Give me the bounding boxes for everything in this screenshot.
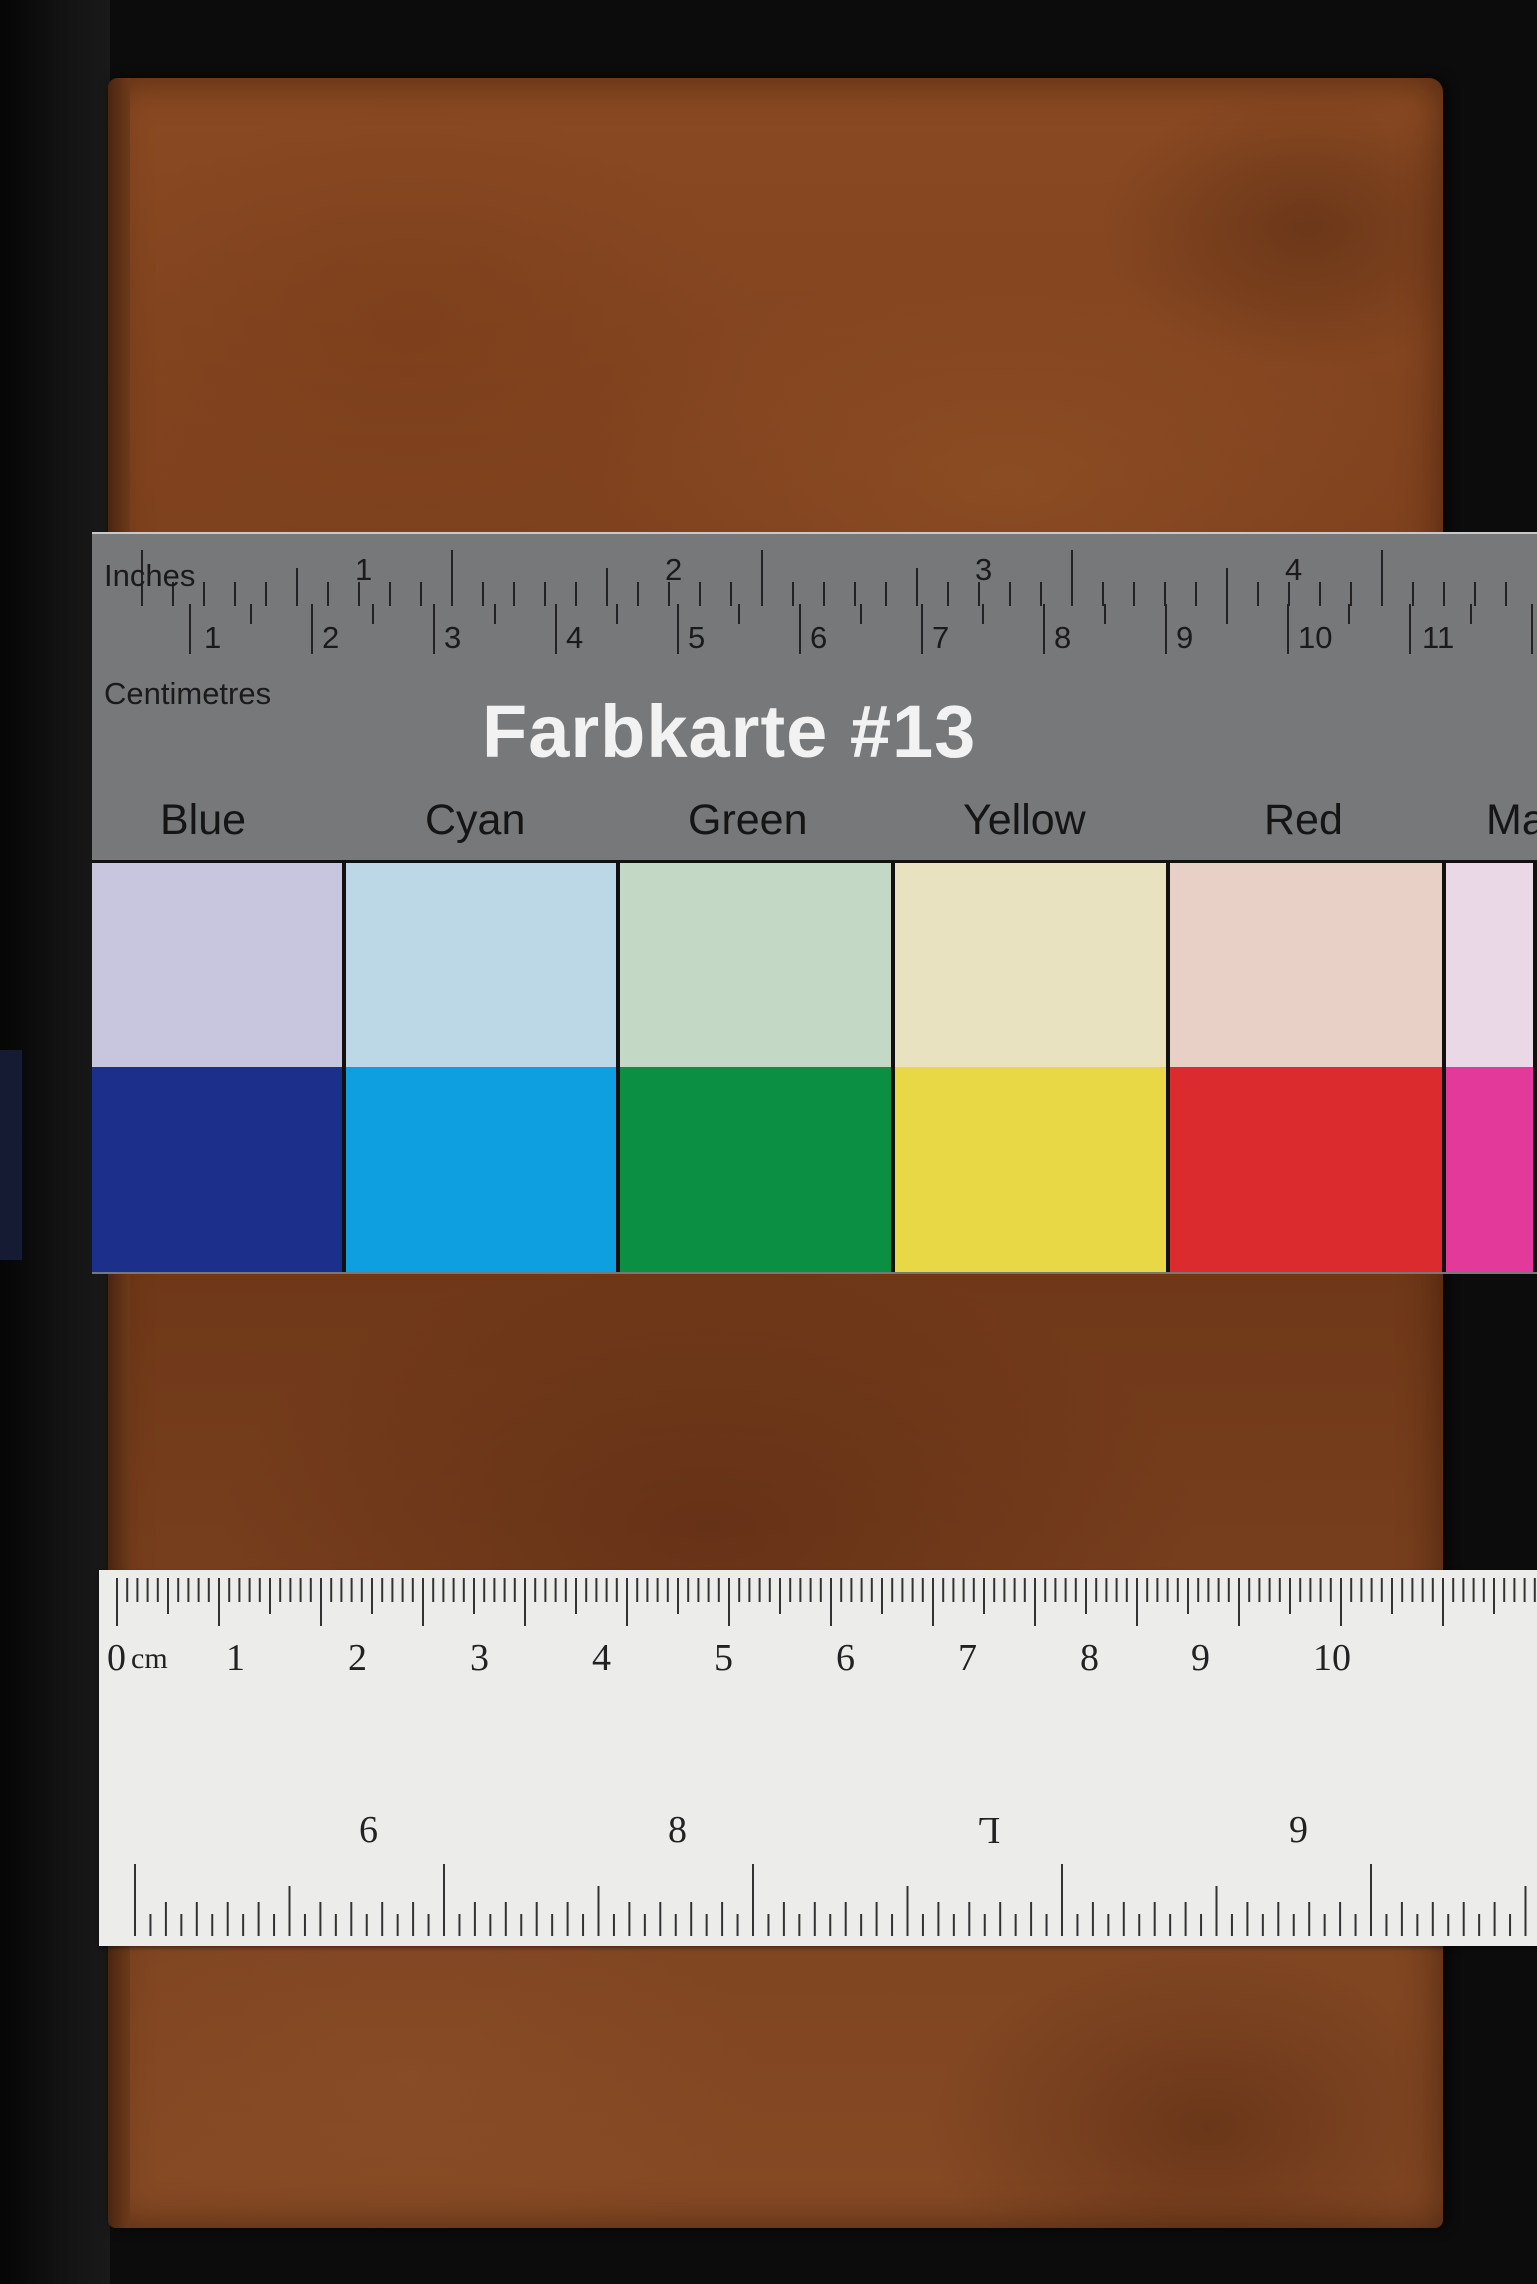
color-reference-card: Inches 1 2 3 4 1 2 3 4 5 6 7 8 9 10 11 C… bbox=[92, 532, 1537, 1274]
ruler-inch-number: 9 bbox=[1289, 1809, 1308, 1851]
ruler-cm-number: 5 bbox=[714, 1637, 733, 1679]
ruler-cm-number: 8 bbox=[1080, 1637, 1099, 1679]
color-patch-green-dark bbox=[620, 1067, 895, 1272]
cm-number: 5 bbox=[688, 620, 706, 655]
ruler-inch-number: 6 bbox=[359, 1809, 378, 1851]
cm-number: 11 bbox=[1422, 620, 1455, 655]
background-glint bbox=[0, 1050, 22, 1260]
color-patch-red-dark bbox=[1170, 1067, 1446, 1272]
cm-number: 4 bbox=[566, 620, 584, 655]
inch-number: 1 bbox=[355, 552, 373, 587]
inch-number: 4 bbox=[1285, 552, 1303, 587]
color-patch-ma-light bbox=[1446, 863, 1537, 1068]
inch-scale: Inches 1 2 3 4 bbox=[92, 546, 1537, 606]
cm-number: 10 bbox=[1298, 620, 1333, 655]
ruler-cm-number: 4 bbox=[592, 1637, 611, 1679]
ruler-cm-number: 1 bbox=[226, 1637, 245, 1679]
cm-number: 2 bbox=[322, 620, 340, 655]
ruler-cm-number: 7 bbox=[958, 1637, 977, 1679]
ruler-cm-number: 10 bbox=[1313, 1637, 1351, 1679]
color-patch-yellow-light bbox=[895, 863, 1170, 1068]
ruler-cm-number: 0 bbox=[107, 1637, 126, 1679]
color-patch-cyan-dark bbox=[346, 1067, 620, 1272]
cm-scale: 1 2 3 4 5 6 7 8 9 10 11 bbox=[92, 604, 1537, 674]
white-ruler: 0 cm 1 2 3 4 5 6 7 8 9 10 6 8 L 9 bbox=[99, 1570, 1537, 1946]
dark-patch-row bbox=[92, 1067, 1537, 1272]
ruler-cm-unit: cm bbox=[131, 1642, 168, 1675]
inches-label: Inches bbox=[104, 558, 196, 593]
cm-number: 7 bbox=[932, 620, 950, 655]
ruler-ticks bbox=[116, 1578, 1536, 1936]
cm-number: 9 bbox=[1176, 620, 1194, 655]
ruler-cm-number: 2 bbox=[348, 1637, 367, 1679]
color-patch-cyan-light bbox=[346, 863, 620, 1068]
inch-number: 2 bbox=[665, 552, 683, 587]
color-patch-ma-dark bbox=[1446, 1067, 1537, 1272]
centimetres-label: Centimetres bbox=[104, 676, 272, 711]
ruler-inch-number: 8 bbox=[668, 1809, 687, 1851]
color-patch-red-light bbox=[1170, 863, 1446, 1068]
ruler-cm-number: 9 bbox=[1191, 1637, 1210, 1679]
color-patch-blue-dark bbox=[92, 1067, 346, 1272]
cm-number: 1 bbox=[204, 620, 222, 655]
ruler-inch-number: L bbox=[977, 1809, 1001, 1851]
ruler-cm-number: 3 bbox=[470, 1637, 489, 1679]
color-patch-blue-light bbox=[92, 863, 346, 1068]
card-title: Farbkarte #13 bbox=[482, 690, 977, 773]
color-patch-yellow-dark bbox=[895, 1067, 1170, 1272]
inch-number: 3 bbox=[975, 552, 993, 587]
cm-number: 6 bbox=[810, 620, 828, 655]
color-name-cyan: Cyan bbox=[425, 796, 526, 844]
cm-number: 8 bbox=[1054, 620, 1072, 655]
inch-ticks bbox=[141, 550, 1507, 606]
cm-number: 3 bbox=[444, 620, 462, 655]
ruler-cm-number: 6 bbox=[836, 1637, 855, 1679]
color-patch-green-light bbox=[620, 863, 895, 1068]
color-name-blue: Blue bbox=[160, 796, 247, 844]
color-name-magenta: Ma bbox=[1486, 796, 1537, 844]
color-name-green: Green bbox=[688, 796, 808, 844]
color-name-yellow: Yellow bbox=[963, 796, 1086, 844]
light-patch-row bbox=[92, 860, 1537, 1068]
color-name-red: Red bbox=[1264, 796, 1343, 844]
